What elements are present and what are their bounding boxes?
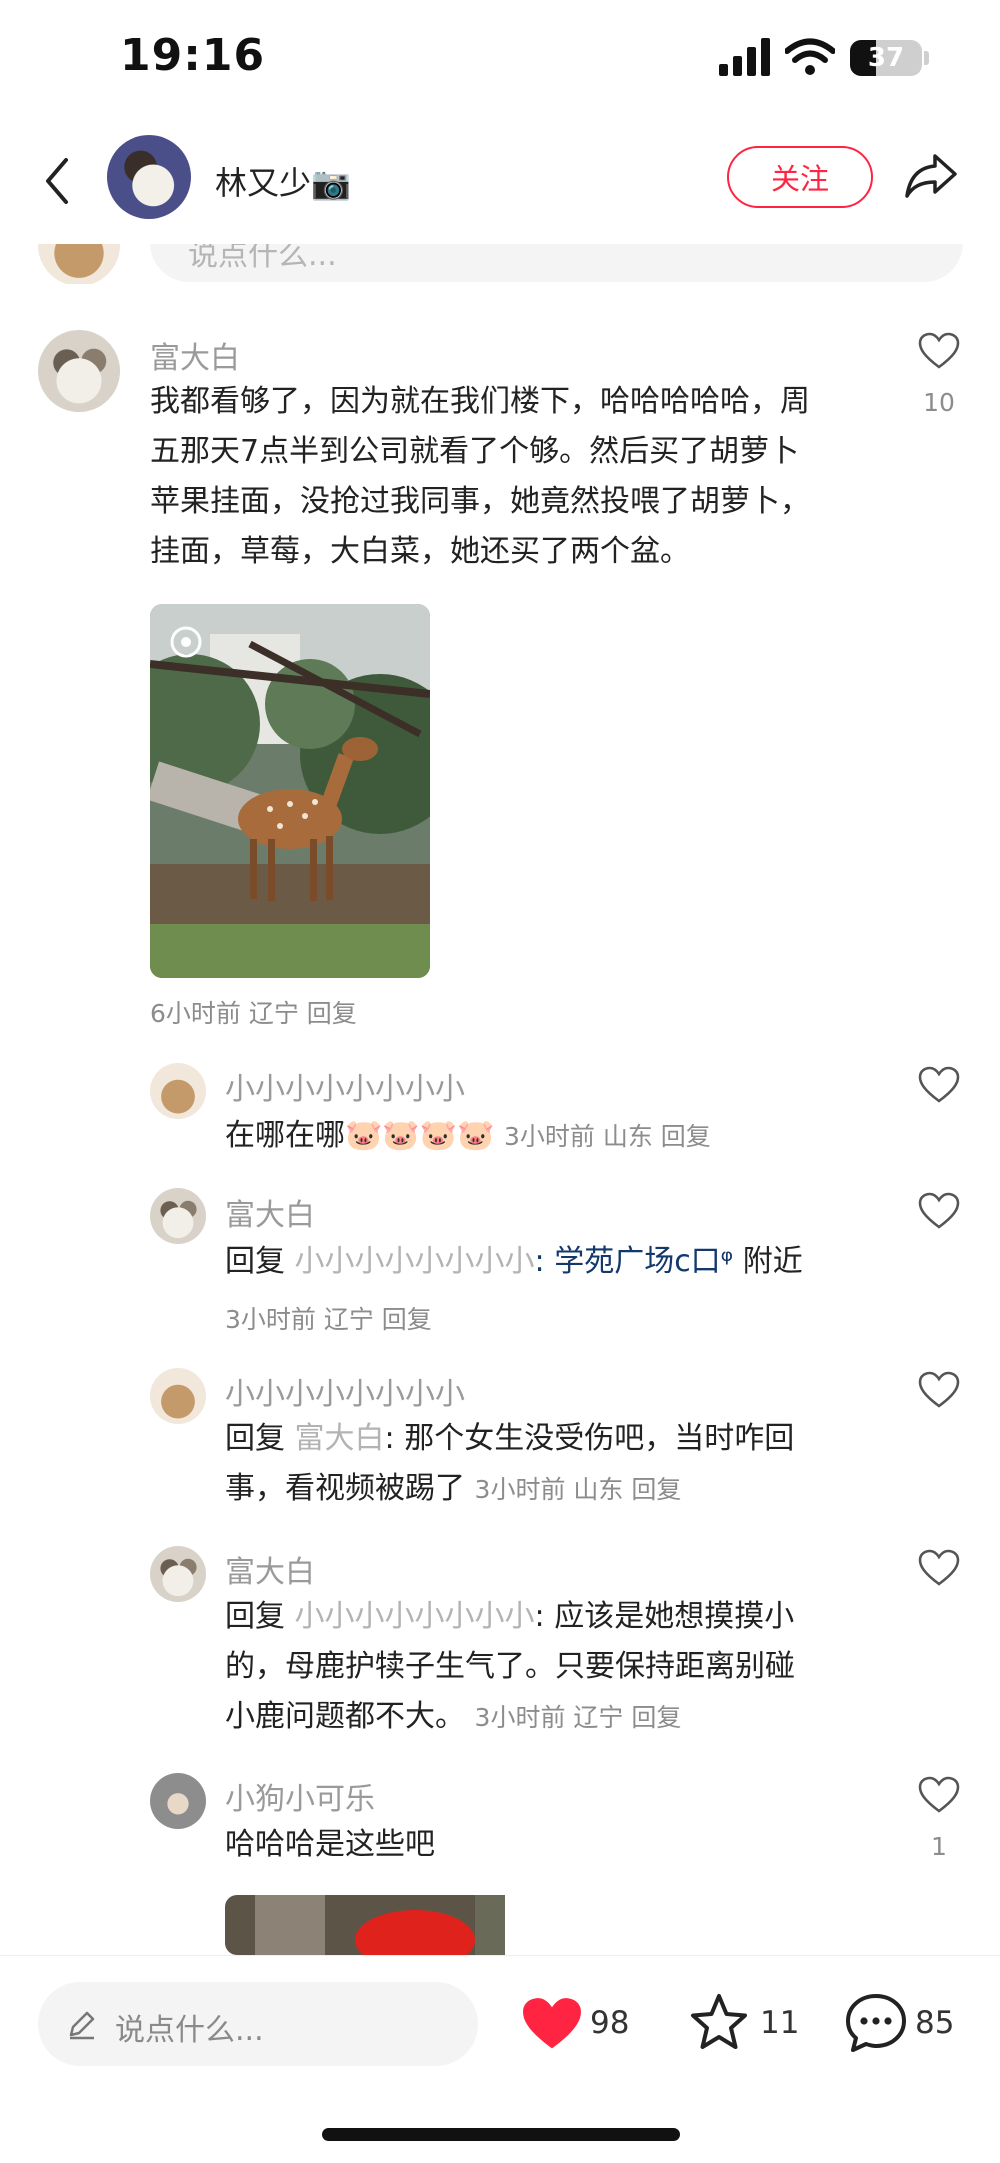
reply-text-row: 回复 富大白: 那个女生没受伤吧，当时咋回 事，看视频被踢了 3小时前 山东 回… bbox=[225, 1414, 905, 1515]
reply-mention[interactable]: 富大白 bbox=[295, 1421, 385, 1456]
reply-text: 哈哈哈是这些吧 bbox=[225, 1827, 435, 1862]
reply-text: 事，看视频被踢了 bbox=[225, 1471, 465, 1506]
comment-line: 我都看够了，因为就在我们楼下，哈哈哈哈哈，周 bbox=[150, 384, 810, 419]
follow-button[interactable]: 关注 bbox=[727, 146, 873, 208]
share-icon[interactable] bbox=[903, 150, 959, 202]
my-avatar bbox=[38, 244, 120, 284]
reply-username[interactable]: 富大白 bbox=[225, 1190, 315, 1234]
comment-meta[interactable]: 6小时前 辽宁 回复 bbox=[150, 994, 357, 1030]
commenter-name[interactable]: 富大白 bbox=[150, 333, 240, 377]
reply-username[interactable]: 富大白 bbox=[225, 1547, 315, 1591]
reply-like-count: 1 bbox=[931, 1832, 947, 1861]
comment-line: 苹果挂面，没抢过我同事，她竟然投喂了胡萝卜， bbox=[150, 484, 810, 519]
comment-like-count: 10 bbox=[923, 388, 955, 417]
wifi-icon bbox=[785, 38, 835, 75]
reply-text-row: 回复 小小小小小小小小: 应该是她想摸摸小 的，母鹿护犊子生气了。只要保持距离别… bbox=[225, 1592, 905, 1743]
reply-text-row: 回复 小小小小小小小小: 学苑广场c口ᵠ 附近 bbox=[225, 1237, 803, 1287]
reply-username[interactable]: 小小小小小小小小 bbox=[225, 1064, 465, 1108]
reply-meta[interactable]: 3小时前 辽宁 回复 bbox=[475, 1703, 682, 1732]
comment-icon[interactable] bbox=[844, 1992, 908, 2054]
reply-text: 在哪在哪🐷🐷🐷🐷 bbox=[225, 1118, 495, 1153]
reply-text-row: 在哪在哪🐷🐷🐷🐷 3小时前 山东 回复 bbox=[225, 1111, 711, 1162]
comment-text: 我都看够了，因为就在我们楼下，哈哈哈哈哈，周 五那天7点半到公司就看了个够。然后… bbox=[150, 377, 870, 577]
top-reply-row: 说点什么... bbox=[0, 244, 1000, 284]
reply-word: 回复 bbox=[225, 1599, 285, 1634]
reply-meta[interactable]: 3小时前 山东 回复 bbox=[475, 1475, 682, 1504]
battery-tip bbox=[924, 51, 929, 65]
status-time: 19:16 bbox=[120, 30, 266, 81]
like-count: 98 bbox=[590, 2005, 630, 2041]
reply-text: : 那个女生没受伤吧，当时咋回 bbox=[384, 1421, 795, 1456]
reply-word: 回复 bbox=[225, 1421, 285, 1456]
author-avatar[interactable] bbox=[107, 135, 191, 219]
heart-outline-icon[interactable] bbox=[918, 1776, 960, 1814]
reply-text: : 应该是她想摸摸小 bbox=[534, 1599, 795, 1634]
top-reply-placeholder: 说点什么... bbox=[188, 244, 337, 273]
comment-count: 85 bbox=[915, 2005, 955, 2041]
home-indicator bbox=[322, 2128, 680, 2141]
reply-mention[interactable]: 小小小小小小小小 bbox=[295, 1599, 535, 1634]
heart-outline-icon[interactable] bbox=[918, 332, 960, 370]
star-icon[interactable] bbox=[688, 1992, 750, 2052]
reply-text: 附近 bbox=[733, 1244, 803, 1279]
heart-outline-icon[interactable] bbox=[918, 1549, 960, 1587]
reply-username[interactable]: 小狗小可乐 bbox=[225, 1774, 375, 1818]
reply-avatar[interactable] bbox=[150, 1546, 206, 1602]
comment-photo[interactable] bbox=[150, 604, 430, 978]
battery-icon: 37 bbox=[850, 40, 922, 76]
reply-avatar[interactable] bbox=[150, 1063, 206, 1119]
back-icon[interactable] bbox=[40, 156, 74, 206]
reply-mention[interactable]: 小小小小小小小小 bbox=[295, 1244, 535, 1279]
heart-outline-icon[interactable] bbox=[918, 1371, 960, 1409]
star-count: 11 bbox=[760, 2005, 800, 2041]
comment-line: 挂面，草莓，大白菜，她还买了两个盆。 bbox=[150, 534, 690, 569]
reply-username[interactable]: 小小小小小小小小 bbox=[225, 1369, 465, 1413]
heart-filled-icon[interactable] bbox=[520, 1995, 584, 2053]
author-name[interactable]: 林又少📷 bbox=[215, 158, 351, 204]
reply-avatar[interactable] bbox=[150, 1773, 206, 1829]
battery-level: 37 bbox=[867, 43, 905, 73]
comment-input-placeholder: 说点什么... bbox=[115, 2013, 264, 2048]
reply-meta[interactable]: 3小时前 辽宁 回复 bbox=[225, 1300, 432, 1336]
heart-outline-icon[interactable] bbox=[918, 1192, 960, 1230]
commenter-avatar[interactable] bbox=[38, 330, 120, 412]
location-link[interactable]: : 学苑广场c口ᵠ bbox=[535, 1244, 734, 1279]
reply-text: 小鹿问题都不大。 bbox=[225, 1699, 465, 1734]
reply-word: 回复 bbox=[225, 1244, 285, 1279]
signal-icon bbox=[719, 38, 770, 76]
reply-photo[interactable] bbox=[225, 1895, 505, 1955]
reply-text: 的，母鹿护犊子生气了。只要保持距离别碰 bbox=[225, 1649, 795, 1684]
reply-meta[interactable]: 3小时前 山东 回复 bbox=[504, 1122, 711, 1151]
reply-avatar[interactable] bbox=[150, 1368, 206, 1424]
comment-line: 五那天7点半到公司就看了个够。然后买了胡萝卜 bbox=[150, 434, 800, 469]
heart-outline-icon[interactable] bbox=[918, 1066, 960, 1104]
pencil-icon bbox=[69, 2011, 95, 2040]
reply-avatar[interactable] bbox=[150, 1188, 206, 1244]
